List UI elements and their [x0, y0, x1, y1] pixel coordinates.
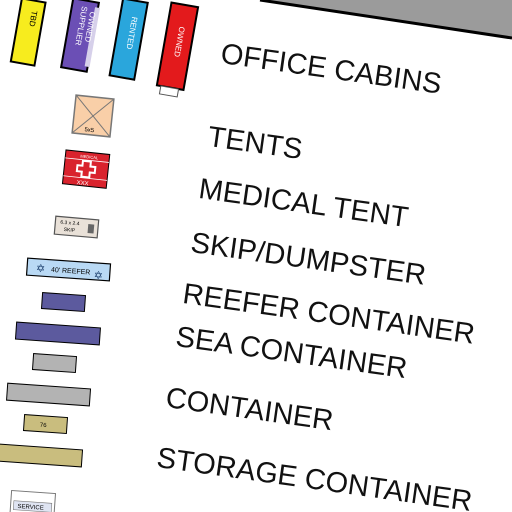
legend-canvas: TBD SUPPLIER OWNED RENTED OWNED 5x5 MEDI…	[0, 0, 512, 512]
sea-small-box	[40, 292, 87, 313]
service-symbol: SERVICE	[8, 489, 57, 512]
storage-small: 76	[22, 414, 69, 435]
skip-word-text: SKIP	[63, 227, 76, 234]
tent-size: 5x5	[84, 127, 95, 134]
cabin-supplier-owned: SUPPLIER OWNED	[59, 0, 101, 73]
container-small-box	[31, 353, 78, 374]
tent-symbol: 5x5	[71, 94, 115, 138]
bin-icon	[87, 224, 95, 234]
snowflake-icon: ✡	[93, 269, 103, 283]
container-large-box	[6, 382, 92, 407]
cabin-tbd-box	[9, 0, 47, 67]
sea-large	[14, 321, 101, 346]
storage-number: 76	[40, 423, 48, 429]
cabin-owned: OWNED	[155, 1, 200, 98]
container-small	[31, 353, 78, 374]
reefer-symbol: ✡ ✡ 40' REEFER	[25, 257, 112, 283]
storage-large	[0, 443, 84, 468]
medical-bottom-text: XXX	[76, 180, 89, 187]
sea-small	[40, 292, 87, 313]
container-large	[6, 382, 92, 407]
cabin-rented: RENTED	[108, 0, 149, 81]
skip-symbol: 6.3 x 2.4 SKIP	[53, 215, 100, 239]
medical-symbol: MEDICAL XXX	[61, 149, 111, 189]
cabin-tbd: TBD	[9, 0, 47, 67]
storage-large-box	[0, 443, 84, 468]
snowflake-icon: ✡	[36, 262, 46, 276]
sea-large-box	[14, 321, 101, 346]
